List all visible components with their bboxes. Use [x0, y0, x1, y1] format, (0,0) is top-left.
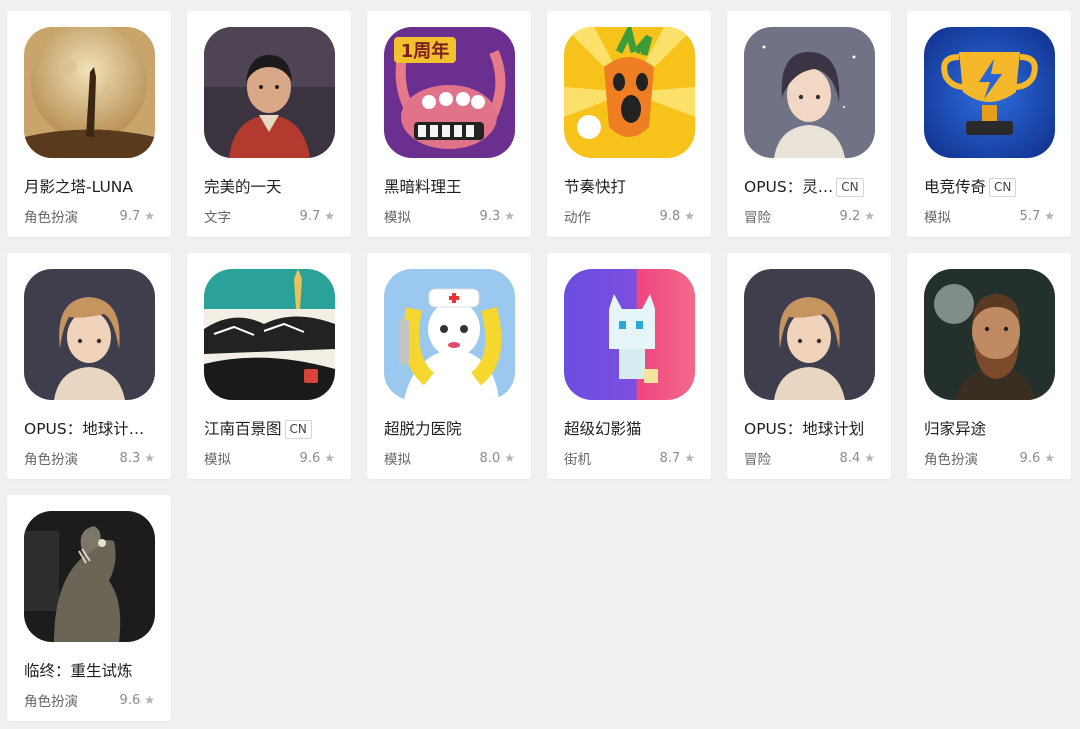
app-card-esports-legend[interactable]: 电竞传奇 CN 模拟 5.7 ★ [907, 11, 1071, 237]
app-card-death-rebirth[interactable]: 临终：重生试炼 角色扮演 9.6 ★ [7, 495, 171, 721]
app-genre: 角色扮演 [24, 694, 78, 710]
app-genre: 街机 [564, 452, 591, 468]
opus-earth-girl-icon [744, 269, 875, 400]
app-rating: 9.6 [119, 692, 141, 708]
star-icon: ★ [684, 451, 695, 465]
app-name: 节奏快打 [564, 178, 627, 196]
star-icon: ★ [324, 209, 335, 223]
star-icon: ★ [1044, 209, 1055, 223]
app-genre: 文字 [204, 210, 231, 226]
app-card-dark-cuisine[interactable]: 1周年 黑暗料理王 模拟 9.3 ★ [367, 11, 531, 237]
star-icon: ★ [144, 209, 155, 223]
app-rating: 8.7 [659, 450, 681, 466]
app-name: 临终：重生试炼 [24, 662, 133, 680]
fish-monster-icon [24, 511, 155, 642]
star-icon: ★ [324, 451, 335, 465]
app-rating: 5.7 [1019, 208, 1041, 224]
app-genre: 模拟 [204, 452, 231, 468]
star-icon: ★ [864, 451, 875, 465]
svg-text:1周年: 1周年 [401, 40, 450, 62]
app-card-opus-spirit[interactable]: OPUS：灵… CN 冒险 9.2 ★ [727, 11, 891, 237]
app-genre: 模拟 [384, 452, 411, 468]
star-icon: ★ [684, 209, 695, 223]
app-rating: 8.3 [119, 450, 141, 466]
app-rating: 9.8 [659, 208, 681, 224]
app-card-rhythm-fighter[interactable]: 节奏快打 动作 9.8 ★ [547, 11, 711, 237]
app-name: 月影之塔-LUNA [24, 178, 133, 196]
cn-badge: CN [836, 177, 864, 197]
nurse-cat-icon [384, 269, 515, 400]
perfect-day-girl-icon [204, 27, 335, 158]
dark-cuisine-monster-icon: 1周年 [384, 27, 515, 158]
app-name: OPUS：地球计… [24, 420, 145, 438]
star-icon: ★ [864, 209, 875, 223]
star-icon: ★ [144, 693, 155, 707]
app-card-opus-earth-1[interactable]: OPUS：地球计… 角色扮演 8.3 ★ [7, 253, 171, 479]
luna-moon-tower-icon [24, 27, 155, 158]
app-card-perfect-day[interactable]: 完美的一天 文字 9.7 ★ [187, 11, 351, 237]
app-rating: 9.7 [299, 208, 321, 224]
app-rating: 8.4 [839, 450, 861, 466]
app-card-way-home[interactable]: 归家异途 角色扮演 9.6 ★ [907, 253, 1071, 479]
app-rating: 8.0 [479, 450, 501, 466]
app-rating: 9.6 [1019, 450, 1041, 466]
app-card-phantom-cat[interactable]: 超级幻影猫 街机 8.7 ★ [547, 253, 711, 479]
app-card-opus-earth-2[interactable]: OPUS：地球计划 冒险 8.4 ★ [727, 253, 891, 479]
app-name: 江南百景图 [204, 420, 282, 438]
cn-badge: CN [989, 177, 1017, 197]
app-genre: 角色扮演 [24, 452, 78, 468]
app-name: 黑暗料理王 [384, 178, 462, 196]
app-name: OPUS：地球计划 [744, 420, 865, 438]
star-icon: ★ [144, 451, 155, 465]
app-name: 超级幻影猫 [564, 420, 642, 438]
app-genre: 角色扮演 [24, 210, 78, 226]
app-genre: 模拟 [384, 210, 411, 226]
app-card-luna[interactable]: 月影之塔-LUNA 角色扮演 9.7 ★ [7, 11, 171, 237]
app-card-jiangnan[interactable]: 江南百景图 CN 模拟 9.6 ★ [187, 253, 351, 479]
trophy-lightning-icon [924, 27, 1055, 158]
carrot-rhythm-icon [564, 27, 695, 158]
app-rating: 9.7 [119, 208, 141, 224]
app-name: 完美的一天 [204, 178, 282, 196]
app-genre: 动作 [564, 210, 591, 226]
app-card-hospital[interactable]: 超脱力医院 模拟 8.0 ★ [367, 253, 531, 479]
app-genre: 角色扮演 [924, 452, 978, 468]
opus-earth-girl-icon [24, 269, 155, 400]
opus-spirit-girl-icon [744, 27, 875, 158]
app-rating: 9.2 [839, 208, 861, 224]
app-name: OPUS：灵… [744, 178, 834, 196]
app-name: 归家异途 [924, 420, 987, 438]
app-genre: 冒险 [744, 452, 771, 468]
cn-badge: CN [284, 419, 312, 439]
app-genre: 冒险 [744, 210, 771, 226]
star-icon: ★ [504, 209, 515, 223]
star-icon: ★ [1044, 451, 1055, 465]
app-rating: 9.3 [479, 208, 501, 224]
star-icon: ★ [504, 451, 515, 465]
app-genre: 模拟 [924, 210, 951, 226]
app-rating: 9.6 [299, 450, 321, 466]
phantom-cat-icon [564, 269, 695, 400]
app-grid: 月影之塔-LUNA 角色扮演 9.7 ★ 完美的一天 文字 9.7 ★ 1周年 … [0, 0, 1080, 729]
app-name: 电竞传奇 [924, 178, 987, 196]
bearded-man-icon [924, 269, 1055, 400]
app-name: 超脱力医院 [384, 420, 462, 438]
jiangnan-town-icon [204, 269, 335, 400]
